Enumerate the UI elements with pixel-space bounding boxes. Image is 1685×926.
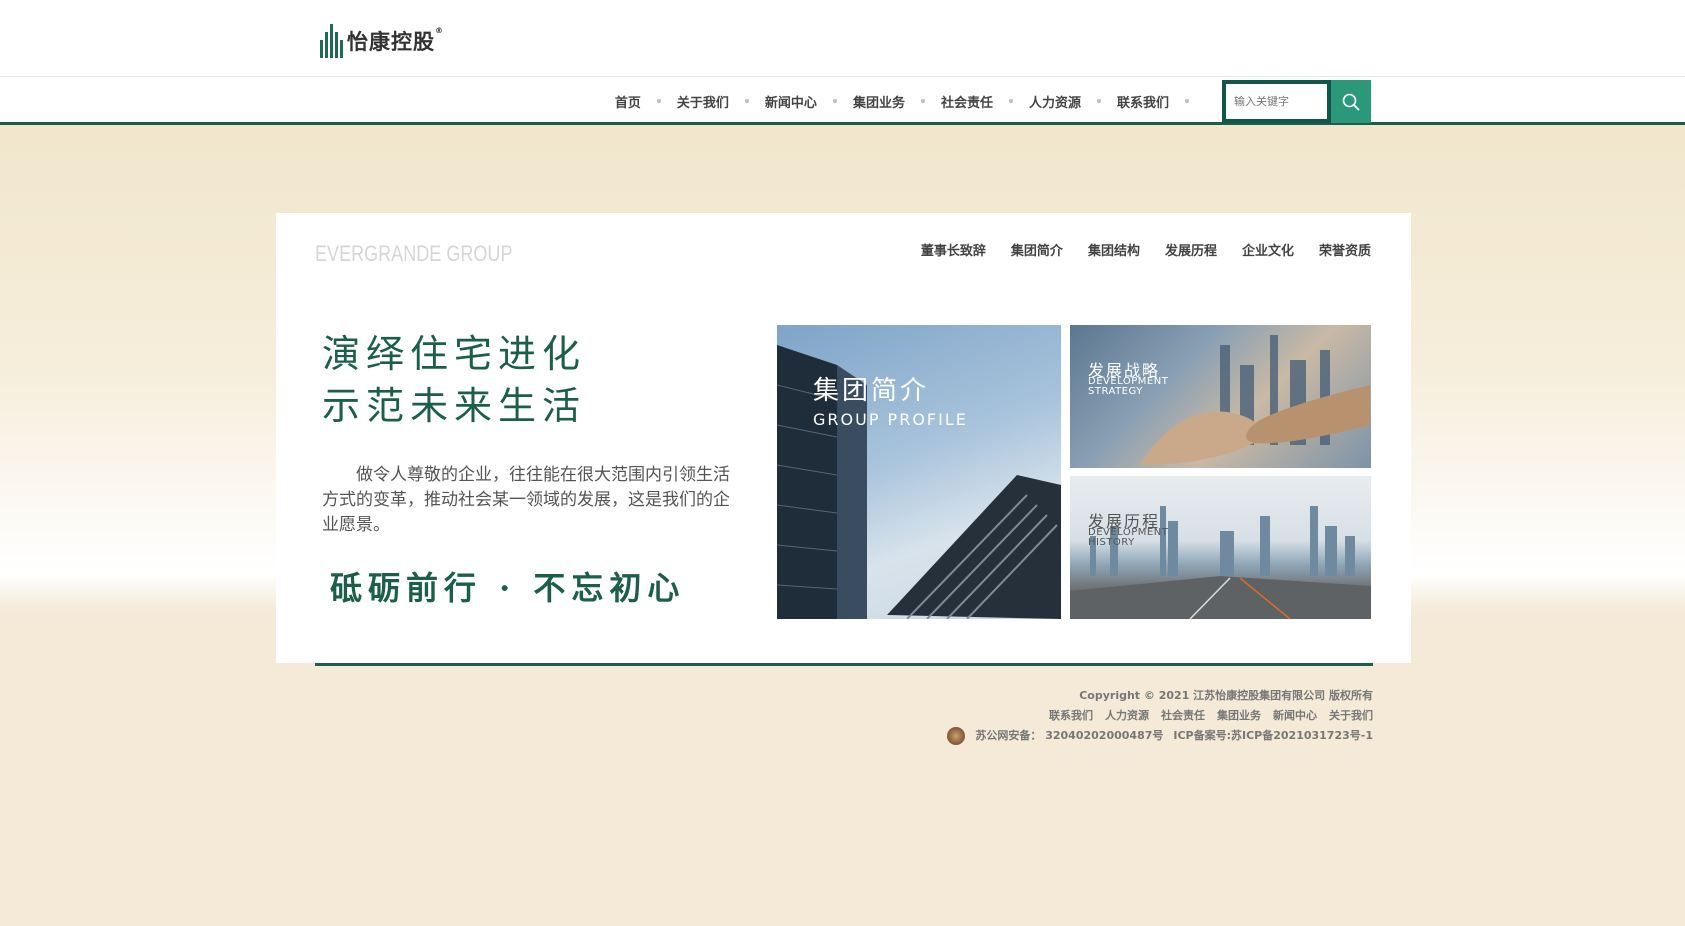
tile-development-history[interactable]: 发展历程 DEVELOPMENT HISTORY (1070, 476, 1371, 619)
footer-link-news[interactable]: 新闻中心 (1273, 706, 1317, 726)
subnav-group-profile[interactable]: 集团简介 (1011, 240, 1063, 259)
tile-development-strategy[interactable]: 发展战略 DEVELOPMENT STRATEGY (1070, 325, 1371, 468)
footer-links: 联系我们 人力资源 社会责任 集团业务 新闻中心 关于我们 (947, 706, 1373, 726)
brand-english-name: EVERGRANDE GROUP (315, 241, 513, 266)
tile-history-subtitle: DEVELOPMENT HISTORY (1088, 527, 1169, 548)
footer-link-contact[interactable]: 联系我们 (1049, 706, 1093, 726)
nav-separator (744, 99, 749, 103)
nav-item-business[interactable]: 集团业务 (853, 92, 905, 111)
footer-link-hr[interactable]: 人力资源 (1105, 706, 1149, 726)
nav-item-about[interactable]: 关于我们 (677, 92, 729, 111)
footer-link-business[interactable]: 集团业务 (1217, 706, 1261, 726)
footer-divider (315, 663, 1373, 666)
tile-group-profile[interactable]: 集团简介 GROUP PROFILE (777, 325, 1061, 619)
nav-separator (1185, 99, 1189, 103)
footer-link-about[interactable]: 关于我们 (1329, 706, 1373, 726)
nav-item-responsibility[interactable]: 社会责任 (941, 92, 993, 111)
search-button[interactable] (1331, 80, 1371, 123)
nav-separator (920, 99, 925, 103)
nav-separator (832, 99, 837, 103)
subnav-history[interactable]: 发展历程 (1165, 240, 1217, 259)
headline-line-1: 演绎住宅进化 (322, 332, 587, 376)
tile-profile-title: 集团简介 (813, 376, 930, 406)
copyright-text: Copyright © 2021 江苏怡康控股集团有限公司 版权所有 (1079, 689, 1373, 702)
logo-text: 怡康控股® (347, 26, 444, 54)
nav-separator (1008, 99, 1013, 103)
footer: Copyright © 2021 江苏怡康控股集团有限公司 版权所有 联系我们 … (947, 686, 1373, 746)
nav-item-contact[interactable]: 联系我们 (1117, 92, 1169, 111)
nav-item-hr[interactable]: 人力资源 (1029, 92, 1081, 111)
tile-strategy-subtitle: DEVELOPMENT STRATEGY (1088, 376, 1169, 397)
nav-item-home[interactable]: 首页 (615, 92, 641, 111)
main-nav: 首页 关于我们 新闻中心 集团业务 社会责任 人力资源 联系我们 (615, 77, 1205, 125)
nav-bar: 首页 关于我们 新闻中心 集团业务 社会责任 人力资源 联系我们 (0, 77, 1685, 125)
about-card: EVERGRANDE GROUP 董事长致辞 集团简介 集团结构 发展历程 企业… (276, 213, 1411, 663)
top-bar: 怡康控股® (0, 0, 1685, 77)
search-icon (1342, 93, 1360, 111)
subnav-culture[interactable]: 企业文化 (1242, 240, 1294, 259)
search-form (1222, 80, 1371, 123)
subnav-chairman-speech[interactable]: 董事长致辞 (921, 240, 986, 259)
logo-mark-icon (320, 24, 343, 58)
subnav-group-structure[interactable]: 集团结构 (1088, 240, 1140, 259)
icp-record[interactable]: ICP备案号:苏ICP备2021031723号-1 (1173, 726, 1373, 746)
about-subnav: 董事长致辞 集团简介 集团结构 发展历程 企业文化 荣誉资质 (921, 240, 1371, 259)
nav-separator (1096, 99, 1101, 103)
nav-separator (656, 99, 661, 103)
police-badge-icon (947, 727, 966, 745)
police-record[interactable]: 苏公网安备： 32040202000487号 (975, 726, 1163, 746)
headline-line-2: 示范未来生活 (322, 384, 587, 428)
search-input[interactable] (1234, 95, 1329, 108)
tile-profile-subtitle: GROUP PROFILE (813, 410, 968, 429)
logo[interactable]: 怡康控股® (320, 24, 444, 58)
search-box (1222, 80, 1331, 123)
headline: 演绎住宅进化 示范未来生活 (322, 328, 586, 432)
intro-paragraph: 做令人尊敬的企业，往往能在很大范围内引领生活方式的变革，推动社会某一领域的发展，… (322, 465, 730, 535)
footer-registration: 苏公网安备： 32040202000487号 ICP备案号:苏ICP备20210… (947, 726, 1373, 746)
subnav-honors[interactable]: 荣誉资质 (1319, 240, 1371, 259)
footer-link-responsibility[interactable]: 社会责任 (1161, 706, 1205, 726)
nav-item-news[interactable]: 新闻中心 (765, 92, 817, 111)
motto: 砥砺前行 · 不忘初心 (330, 569, 686, 607)
